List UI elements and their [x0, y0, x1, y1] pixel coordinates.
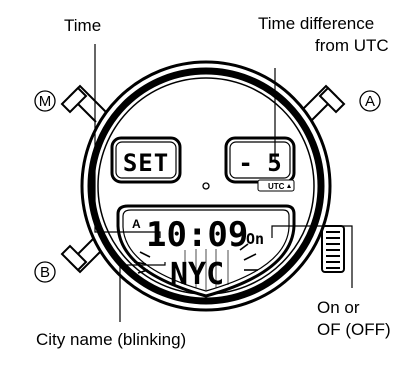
button-m-pusher [60, 84, 107, 123]
main-display-city: NYC [170, 257, 224, 292]
utc-label-line1: Time difference [258, 14, 375, 33]
crown [321, 225, 345, 273]
time-label: Time [64, 16, 102, 35]
city-name-label: City name (blinking) [36, 330, 187, 349]
left-display-text: SET [123, 149, 169, 177]
button-a-label[interactable]: A [365, 93, 375, 110]
button-m-label[interactable]: M [39, 93, 52, 110]
watch-diagram: M A B SET - 5 UTC A 10:09 On NYC Time Ti… [0, 0, 416, 368]
main-display-time: 10:09 [146, 215, 248, 255]
main-display-onoff: On [246, 230, 264, 248]
onoff-label-line2: OF (OFF) [317, 320, 391, 339]
utc-badge: UTC [268, 182, 285, 191]
utc-label-line2: from UTC [315, 36, 389, 55]
main-display-marker: A [132, 217, 141, 231]
center-dot [202, 182, 210, 190]
right-display-text: - 5 [238, 149, 281, 177]
button-b-label[interactable]: B [40, 264, 50, 281]
onoff-label-line1: On or [317, 298, 360, 317]
